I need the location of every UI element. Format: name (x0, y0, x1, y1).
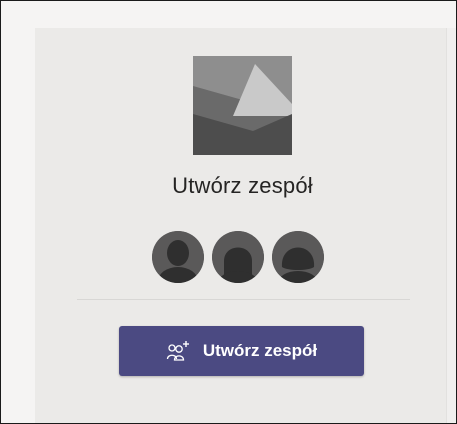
card-divider (77, 299, 410, 300)
create-team-button-label: Utwórz zespół (202, 341, 318, 360)
team-image-placeholder-icon (193, 56, 292, 155)
person-avatar-icon (152, 231, 204, 283)
person-avatar-icon (272, 231, 324, 283)
add-team-icon (166, 340, 190, 362)
person-avatar-icon (212, 231, 264, 283)
scrollbar-track[interactable] (446, 28, 456, 423)
create-team-button[interactable]: Utwórz zespół (119, 326, 364, 376)
card-title: Utwórz zespół (172, 173, 313, 198)
member-avatars (152, 231, 324, 283)
window-frame: Utwórz zespół Utwórz zespół (0, 0, 457, 424)
